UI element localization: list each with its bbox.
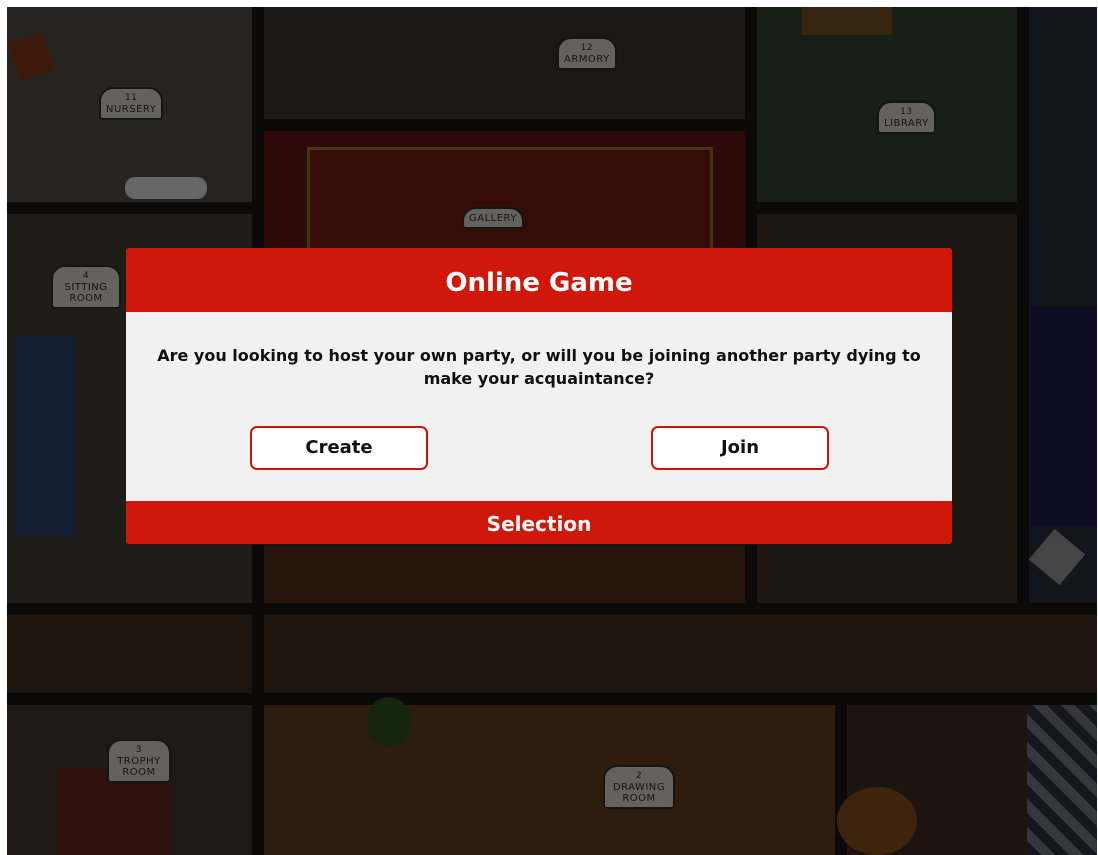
join-button[interactable]: Join	[651, 426, 829, 470]
create-button[interactable]: Create	[250, 426, 428, 470]
online-game-dialog: Online Game Are you looking to host your…	[126, 248, 952, 544]
game-board: 11NURSERY 12ARMORY 13LIBRARY GALLERY 4SI…	[7, 7, 1097, 855]
dialog-footer-selection: Selection	[126, 501, 952, 544]
dialog-title: Online Game	[126, 248, 952, 312]
dialog-message: Are you looking to host your own party, …	[157, 346, 921, 388]
